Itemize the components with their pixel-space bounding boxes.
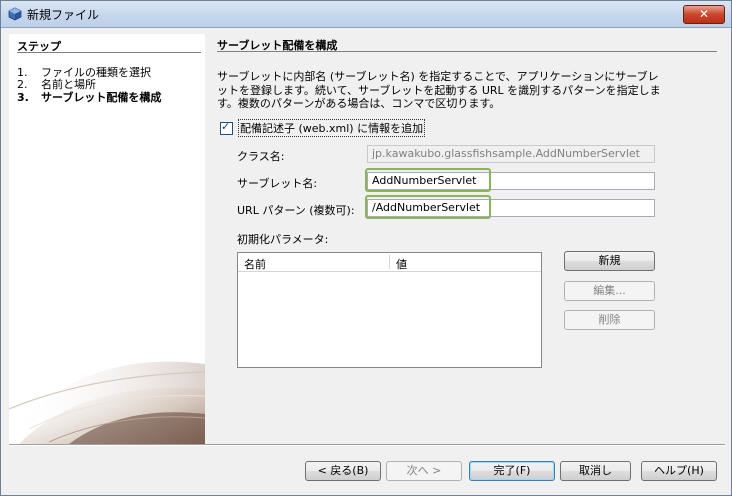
back-button[interactable]: < 戻る(B)	[305, 461, 381, 481]
servlet-name-highlight	[365, 168, 491, 192]
delete-param-button[interactable]: 削除	[564, 310, 655, 330]
close-button[interactable]: ✕	[683, 5, 725, 24]
finish-button[interactable]: 完了(F)	[469, 461, 555, 481]
servlet-name-label: サーブレット名:	[237, 177, 318, 190]
new-param-button[interactable]: 新規	[564, 251, 655, 271]
cancel-button[interactable]: 取消し	[560, 461, 631, 481]
next-button[interactable]: 次へ >	[386, 461, 462, 481]
window-title: 新規ファイル	[27, 8, 100, 22]
new-file-dialog: 新規ファイル ✕ ステップ 1. ファイルの種類を選択 2. 名前と場所 3. サーブ…	[0, 0, 732, 496]
step-number: 3.	[17, 91, 29, 104]
deployment-descriptor-checkbox[interactable]: ✓	[220, 119, 233, 135]
footer-divider-highlight	[9, 445, 725, 446]
steps-panel: ステップ 1. ファイルの種類を選択 2. 名前と場所 3. サーブレット配備を構成	[9, 34, 205, 444]
column-divider[interactable]	[389, 255, 390, 269]
help-button[interactable]: ヘルプ(H)	[641, 461, 717, 481]
step-3-current: 3. サーブレット配備を構成	[17, 89, 161, 105]
title-divider	[217, 51, 717, 52]
init-params-table[interactable]: 名前 値	[237, 252, 542, 368]
column-header-value[interactable]: 値	[396, 256, 407, 272]
description-text: サーブレットに内部名 (サーブレット名) を指定することで、アプリケーションにサ…	[217, 70, 661, 110]
add-to-deployment-descriptor-option[interactable]: ✓ 配備記述子 (web.xml) に情報を追加	[220, 119, 426, 137]
class-name-field: jp.kawakubo.glassfishsample.AddNumberSer…	[367, 145, 655, 163]
class-name-label: クラス名:	[237, 150, 285, 163]
checkmark-icon: ✓	[221, 119, 231, 133]
table-header: 名前 値	[238, 253, 541, 272]
init-params-label: 初期化パラメータ:	[237, 233, 329, 246]
checkbox-label[interactable]: 配備記述子 (web.xml) に情報を追加	[238, 119, 426, 137]
decorative-swirl-image	[9, 361, 205, 444]
netbeans-cube-icon	[8, 7, 22, 21]
steps-divider	[17, 52, 201, 53]
url-pattern-highlight	[365, 195, 491, 219]
column-header-name[interactable]: 名前	[244, 256, 266, 272]
step-label: サーブレット配備を構成	[41, 91, 162, 104]
title-bar[interactable]: 新規ファイル ✕	[1, 1, 731, 28]
edit-param-button[interactable]: 編集...	[564, 281, 655, 301]
url-pattern-label: URL パターン (複数可):	[237, 204, 355, 217]
